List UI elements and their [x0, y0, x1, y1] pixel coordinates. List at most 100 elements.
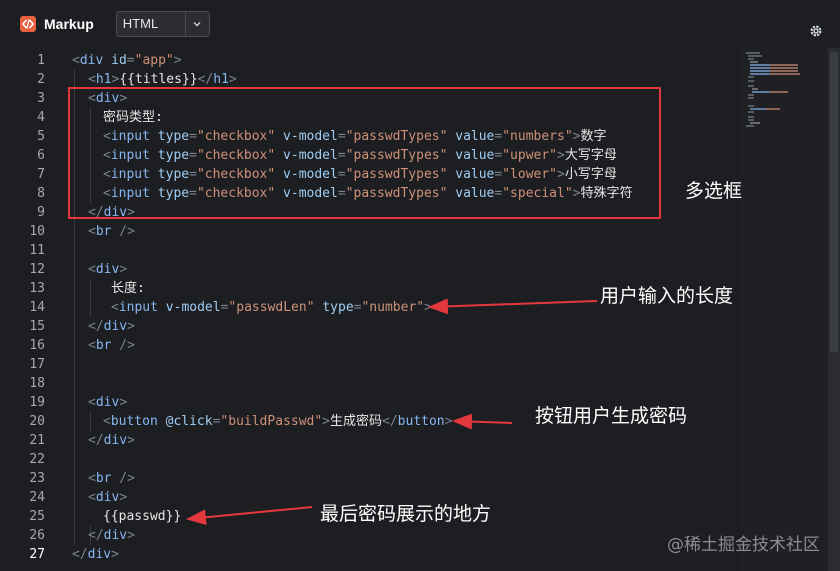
line-number-gutter: 1 2 3 4 5 6 7 8 9 10 11 12 13 14 15 16 1…	[0, 48, 60, 571]
code-token: div	[103, 319, 128, 334]
gear-icon[interactable]	[809, 23, 823, 37]
line-number: 6	[37, 148, 45, 163]
code-token: 生成密码	[330, 414, 383, 429]
code-token: <	[88, 471, 96, 486]
code-line-14: <input v-model="passwdLen" type="number"…	[111, 298, 432, 317]
code-token: />	[111, 338, 135, 353]
line-number: 8	[37, 186, 45, 201]
annotation-result: 最后密码展示的地方	[320, 503, 492, 525]
code-token: "passwdLen"	[228, 300, 315, 315]
vertical-scrollbar[interactable]	[828, 48, 840, 571]
line-number: 1	[37, 53, 45, 68]
checkbox-highlight-box	[68, 87, 661, 219]
line-number: 26	[29, 528, 45, 543]
code-token: div	[95, 395, 120, 410]
line-number: 7	[37, 167, 45, 182]
code-token: <	[88, 224, 96, 239]
code-token: >	[228, 72, 237, 87]
line-number: 20	[29, 414, 45, 429]
code-token: div	[103, 528, 128, 543]
line-number: 15	[29, 319, 45, 334]
code-token: </	[72, 547, 88, 562]
code-token: >	[127, 528, 135, 543]
code-token: {{titles}}	[119, 72, 198, 87]
code-token: </	[382, 414, 398, 429]
code-token: >	[119, 262, 128, 277]
editor-title: Markup	[44, 16, 94, 32]
code-token: "buildPasswd"	[220, 414, 323, 429]
code-token: id	[111, 53, 127, 68]
code-line-21: </div>	[88, 431, 135, 450]
code-token: type	[322, 300, 354, 315]
code-token: />	[111, 224, 135, 239]
line-number: 4	[37, 110, 45, 125]
line-number: 13	[29, 281, 45, 296]
code-line-1: <div id="app">	[72, 51, 182, 70]
code-token: >	[127, 433, 135, 448]
indent-guide	[90, 279, 91, 317]
annotation-checkbox: 多选框	[685, 180, 743, 202]
line-number: 24	[29, 490, 45, 505]
code-token: >	[322, 414, 330, 429]
code-token: >	[444, 414, 453, 429]
code-line-27: </div>	[72, 545, 119, 564]
code-token: button	[110, 414, 158, 429]
code-line-24: <div>	[88, 488, 127, 507]
line-number: 5	[37, 129, 45, 144]
code-token: >	[173, 53, 182, 68]
annotation-button: 按钮用户生成密码	[535, 405, 688, 427]
line-number: 12	[29, 262, 45, 277]
line-number: 23	[29, 471, 45, 486]
line-number: 10	[29, 224, 45, 239]
code-token: div	[95, 262, 120, 277]
line-number: 22	[29, 452, 45, 467]
code-token: <	[111, 300, 119, 315]
line-number: 16	[29, 338, 45, 353]
code-line-23: <br />	[88, 469, 135, 488]
code-token: <	[88, 490, 96, 505]
code-line-19: <div>	[88, 393, 127, 412]
line-number: 21	[29, 433, 45, 448]
code-line-25: {{passwd}}	[103, 507, 181, 526]
annotation-length: 用户输入的长度	[600, 285, 734, 307]
code-token: >	[119, 395, 128, 410]
code-token: br	[95, 338, 112, 353]
code-token: </	[88, 319, 104, 334]
line-number: 14	[29, 300, 45, 315]
code-token: </	[88, 528, 104, 543]
current-line-number: 27	[29, 547, 45, 562]
code-token: =	[126, 53, 135, 68]
code-token: >	[424, 300, 432, 315]
code-line-20: <button @click="buildPasswd">生成密码</butto…	[103, 412, 452, 431]
code-token: br	[95, 471, 112, 486]
code-token: >	[119, 490, 128, 505]
code-token: />	[111, 471, 135, 486]
code-line-16: <br />	[88, 336, 135, 355]
line-number: 17	[29, 357, 45, 372]
code-token: 长度:	[111, 281, 145, 296]
code-brackets-icon	[20, 16, 36, 32]
code-token: "number"	[361, 300, 425, 315]
code-token: "app"	[134, 53, 174, 68]
code-minimap[interactable]	[740, 48, 828, 571]
watermark: @稀土掘金技术社区	[667, 535, 820, 555]
line-number: 19	[29, 395, 45, 410]
code-token: div	[95, 490, 120, 505]
code-token: <	[88, 338, 96, 353]
line-number: 25	[29, 509, 45, 524]
code-token: h1	[213, 72, 229, 87]
scrollbar-thumb[interactable]	[830, 52, 838, 352]
line-number: 9	[37, 205, 45, 220]
code-token: </	[88, 433, 104, 448]
line-number: 3	[37, 91, 45, 106]
indent-guide	[90, 412, 91, 431]
language-select[interactable]: HTML	[115, 11, 210, 37]
code-token: br	[95, 224, 112, 239]
code-line-26: </div>	[88, 526, 135, 545]
code-token: button	[397, 414, 445, 429]
code-token: input	[118, 300, 158, 315]
chevron-down-icon[interactable]	[184, 12, 209, 36]
